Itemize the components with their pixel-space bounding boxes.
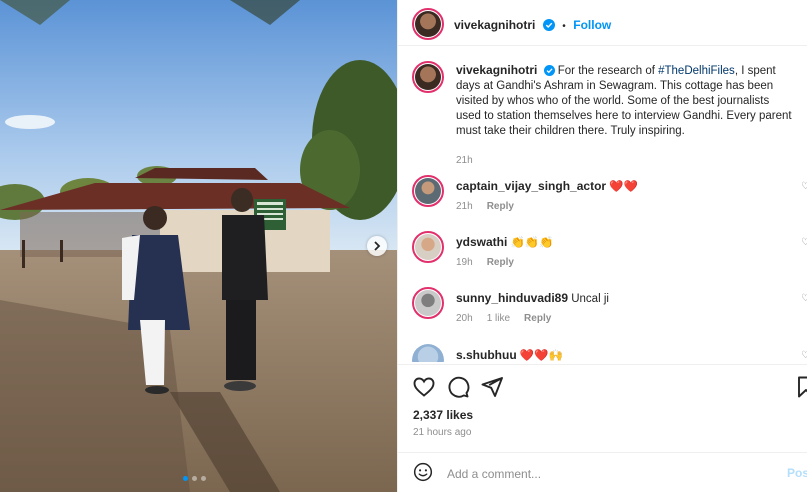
post-photo[interactable] [0, 0, 397, 492]
comment-like-heart-icon[interactable]: ♡ [801, 237, 807, 248]
post-comment-button[interactable]: Post [787, 466, 807, 480]
likes-count[interactable]: 2,337 likes [413, 408, 473, 422]
reply-button[interactable]: Reply [487, 257, 514, 268]
header-separator: • [562, 21, 566, 32]
comment-username[interactable]: s.shubhuu [456, 348, 517, 362]
comment-like-heart-icon[interactable]: ♡ [801, 293, 807, 304]
comment-text: ydswathi 👏👏👏 [456, 235, 796, 251]
caption-time: 21h [456, 155, 473, 166]
follow-button[interactable]: Follow [573, 18, 611, 32]
share-icon[interactable] [480, 375, 504, 399]
chevron-right-icon [374, 241, 381, 251]
comment-like-heart-icon[interactable]: ♡ [801, 350, 807, 361]
comment-row: sunny_hinduvadi89 Uncal ji 20h 1 like Repl… [398, 287, 807, 339]
verified-badge-icon [543, 65, 555, 76]
comment-avatar[interactable] [412, 287, 444, 319]
comment-icon[interactable] [446, 375, 470, 399]
comment-row: captain_vijay_singh_actor ❤️❤️ 21h Reply … [398, 175, 807, 227]
comment-input[interactable] [445, 463, 769, 485]
comment-likes[interactable]: 1 like [487, 313, 510, 324]
caption-avatar[interactable] [412, 61, 444, 93]
emoji-icon[interactable] [413, 462, 433, 482]
comment-body: ❤️❤️🙌 [516, 350, 563, 362]
carousel-dot [201, 476, 206, 481]
reply-button[interactable]: Reply [487, 201, 514, 212]
comment-body: ❤️❤️ [606, 181, 638, 193]
post-header: vivekagnihotri • Follow [398, 0, 807, 46]
post-timestamp: 21 hours ago [413, 427, 472, 438]
comments-list[interactable]: vivekagnihotri For the research of #TheD… [398, 47, 807, 362]
reply-button[interactable]: Reply [524, 313, 551, 324]
action-bar [398, 364, 807, 408]
comment-row: s.shubhuu ❤️❤️🙌 ♡ [398, 344, 807, 362]
verified-badge-icon [542, 19, 555, 31]
post-detail-panel: vivekagnihotri • Follow vivekagnihotri F… [397, 0, 807, 492]
comment-row: ydswathi 👏👏👏 19h Reply ♡ [398, 231, 807, 283]
author-avatar[interactable] [412, 8, 444, 40]
comment-text: captain_vijay_singh_actor ❤️❤️ [456, 179, 796, 195]
comment-username[interactable]: sunny_hinduvadi89 [456, 291, 568, 305]
comment-text: s.shubhuu ❤️❤️🙌 [456, 348, 796, 362]
comment-avatar[interactable] [412, 231, 444, 263]
carousel-dot [192, 476, 197, 481]
header-username[interactable]: vivekagnihotri [454, 18, 535, 32]
comment-time: 20h [456, 313, 473, 324]
comment-time: 19h [456, 257, 473, 268]
carousel-dot [183, 476, 188, 481]
comment-meta: 21h Reply [456, 201, 528, 212]
caption-row: vivekagnihotri For the research of #TheD… [398, 59, 807, 169]
comment-avatar[interactable] [412, 175, 444, 207]
carousel-indicator [183, 476, 206, 481]
comment-body: Uncal ji [568, 293, 609, 305]
caption-text: vivekagnihotri For the research of #TheD… [456, 63, 796, 139]
caption-hashtag-link[interactable]: #TheDelhiFiles [658, 65, 735, 77]
instagram-post-view: vivekagnihotri • Follow vivekagnihotri F… [0, 0, 807, 492]
carousel-next-button[interactable] [367, 236, 387, 256]
caption-text-before: For the research of [554, 65, 659, 77]
comment-text: sunny_hinduvadi89 Uncal ji [456, 291, 796, 307]
caption-username[interactable]: vivekagnihotri [456, 63, 537, 77]
comment-time: 21h [456, 201, 473, 212]
comment-like-heart-icon[interactable]: ♡ [801, 181, 807, 192]
comment-meta: 20h 1 like Reply [456, 313, 565, 324]
heart-icon[interactable] [412, 375, 436, 399]
comment-username[interactable]: captain_vijay_singh_actor [456, 179, 606, 193]
photo-scene [0, 0, 397, 492]
caption-meta: 21h [456, 155, 487, 166]
comment-avatar[interactable] [412, 344, 444, 362]
comment-username[interactable]: ydswathi [456, 235, 507, 249]
comment-meta: 19h Reply [456, 257, 528, 268]
add-comment-bar: Post [398, 452, 807, 492]
comment-body: 👏👏👏 [507, 237, 554, 249]
bookmark-icon[interactable] [794, 375, 807, 399]
